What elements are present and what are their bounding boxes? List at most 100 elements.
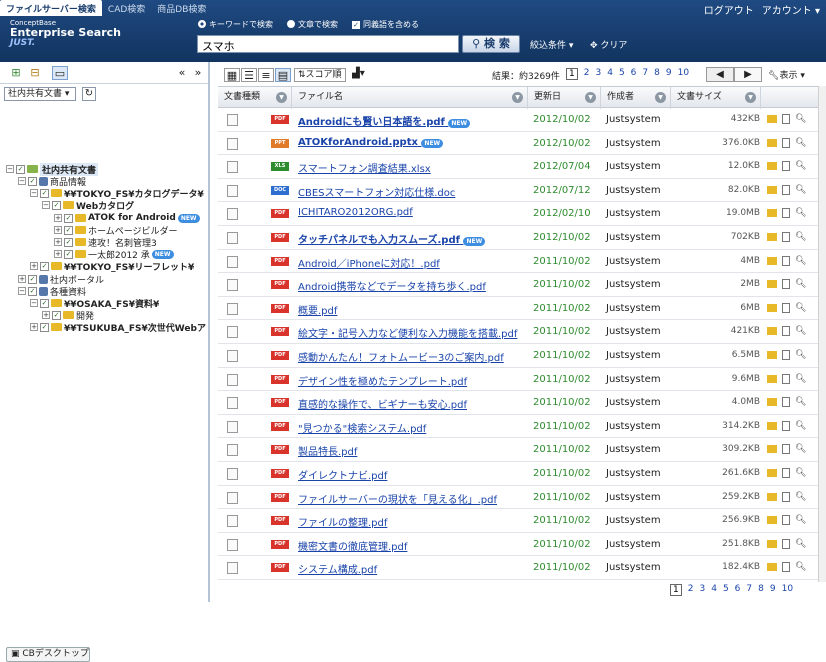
table-row[interactable]: PDF 感動かんたん！フォトムービー3のご案内.pdf 2011/10/02 Just… <box>218 344 818 368</box>
table-row[interactable]: PPT ATOKforAndroid.pptx NEW 2012/10/02 Just… <box>218 132 818 156</box>
account-link[interactable]: アカウント ▾ <box>762 2 820 17</box>
col-updated[interactable]: 更新日 ▼ <box>528 87 601 109</box>
open-folder-icon[interactable] <box>767 256 777 265</box>
file-name-link[interactable]: スマートフォン調査結果.xlsx <box>298 160 431 175</box>
detail-view-icon[interactable]: ≡ <box>258 68 274 82</box>
page-link[interactable]: 3 <box>699 584 705 596</box>
table-row[interactable]: PDF 概要.pdf 2011/10/02 Justsystem 6MB 🔍︎ <box>218 297 818 321</box>
magnifier-icon[interactable]: 🔍︎ <box>795 350 806 360</box>
magnifier-icon[interactable]: 🔍︎ <box>795 208 806 218</box>
tree-node[interactable]: − ✓ 商品情報 <box>18 175 86 188</box>
tree-node[interactable]: − ✓ 社内共有文書 <box>6 162 99 176</box>
col-doc-type[interactable]: 文書種類 ▼ <box>218 87 292 109</box>
thumbnail-icon[interactable] <box>227 302 238 315</box>
prev-page-button[interactable]: ◀ <box>706 67 734 82</box>
expand-panel-icon[interactable]: » <box>190 66 206 80</box>
file-name-link[interactable]: ICHITARO2012ORG.pdf <box>298 207 413 218</box>
file-name-link[interactable]: タッチパネルでも入力スムーズ.pdf NEW <box>298 231 486 246</box>
tree-node[interactable]: + ✓ ATOK for Android NEW <box>54 212 200 224</box>
tree-node[interactable]: + ✓ ¥¥TSUKUBA_FS¥次世代Webア <box>30 321 206 334</box>
cb-desktop-button[interactable]: ▣ CBデスクトップ <box>6 647 90 662</box>
file-name-link[interactable]: 製品特長.pdf <box>298 443 357 458</box>
magnifier-icon[interactable]: 🔍︎ <box>795 492 806 502</box>
open-folder-icon[interactable] <box>767 468 777 477</box>
search-button[interactable]: ⚲ 検 索 <box>462 35 520 53</box>
page-link[interactable]: 8 <box>654 68 660 80</box>
table-row[interactable]: PDF "見つかる"検索システム.pdf 2011/10/02 Justsystem 3… <box>218 415 818 439</box>
display-settings-button[interactable]: 🔧︎表示 ▾ <box>768 68 805 81</box>
page-link[interactable]: 3 <box>595 68 601 80</box>
magnifier-icon[interactable]: 🔍︎ <box>795 138 806 148</box>
search-input[interactable]: スマホ <box>197 35 459 53</box>
open-folder-icon[interactable] <box>767 162 777 171</box>
tab-product-db[interactable]: 商品DB検索 <box>151 0 212 16</box>
thumbnail-icon[interactable] <box>227 161 238 174</box>
tab-cad[interactable]: CAD検索 <box>102 0 151 16</box>
document-preview-icon[interactable] <box>782 279 790 290</box>
list-view-icon[interactable]: ☰ <box>241 68 257 82</box>
refresh-icon[interactable]: ↻ <box>82 87 96 101</box>
tree-node[interactable]: − ✓ 各種資料 <box>18 285 86 298</box>
results-scrollbar[interactable] <box>818 86 826 582</box>
document-preview-icon[interactable] <box>782 467 790 478</box>
table-row[interactable]: PDF 製品特長.pdf 2011/10/02 Justsystem 309.2KB 🔍︎ <box>218 438 818 462</box>
document-preview-icon[interactable] <box>782 397 790 408</box>
index-selector[interactable]: 社内共有文書 ▾ <box>4 87 76 101</box>
page-link[interactable]: 7 <box>642 68 648 80</box>
magnifier-icon[interactable]: 🔍︎ <box>795 232 806 242</box>
document-preview-icon[interactable] <box>782 302 790 313</box>
table-row[interactable]: PDF Android携帯などでデータを持ち歩く.pdf 2011/10/02 Jus… <box>218 273 818 297</box>
file-name-link[interactable]: 概要.pdf <box>298 302 337 317</box>
file-name-link[interactable]: Android携帯などでデータを持ち歩く.pdf <box>298 278 486 293</box>
page-link[interactable]: 9 <box>770 584 776 596</box>
tree-node[interactable]: + ✓ ホームページビルダー <box>54 224 178 237</box>
file-name-link[interactable]: ダイレクトナビ.pdf <box>298 467 387 482</box>
thumbnail-icon[interactable] <box>227 184 238 197</box>
tree-node[interactable]: + ✓ ¥¥TOKYO_FS¥リーフレット¥ <box>30 260 194 273</box>
chart-menu-icon[interactable]: ▟▾ <box>352 68 365 79</box>
tree-node[interactable]: + ✓ 社内ポータル <box>18 273 104 286</box>
document-preview-icon[interactable] <box>782 491 790 502</box>
tree-node[interactable]: + ✓ 開発 <box>42 309 94 322</box>
table-row[interactable]: PDF システム構成.pdf 2011/10/02 Justsystem 182.4KB… <box>218 556 818 580</box>
thumbnail-icon[interactable] <box>227 467 238 480</box>
page-link[interactable]: 4 <box>711 584 717 596</box>
document-preview-icon[interactable] <box>782 349 790 360</box>
table-row[interactable]: PDF デザイン性を極めたテンプレート.pdf 2011/10/02 Justsyst… <box>218 368 818 392</box>
open-folder-icon[interactable] <box>767 209 777 218</box>
magnifier-icon[interactable]: 🔍︎ <box>795 421 806 431</box>
tree-node[interactable]: − ✓ Webカタログ <box>42 199 134 212</box>
open-folder-icon[interactable] <box>767 445 777 454</box>
page-link[interactable]: 6 <box>631 68 637 80</box>
magnifier-icon[interactable]: 🔍︎ <box>795 303 806 313</box>
file-name-link[interactable]: Android／iPhoneに対応！.pdf <box>298 255 440 270</box>
thumbnail-icon[interactable] <box>227 491 238 504</box>
keyword-radio[interactable]: キーワードで検索 <box>198 19 273 30</box>
table-row[interactable]: PDF ICHITARO2012ORG.pdf 2012/02/10 Justsyst… <box>218 202 818 226</box>
page-link[interactable]: 7 <box>746 584 752 596</box>
tree-expand-icon[interactable]: ⊞ <box>8 66 24 80</box>
document-preview-icon[interactable] <box>782 184 790 195</box>
file-name-link[interactable]: CBESスマートフォン対応仕様.doc <box>298 184 455 199</box>
document-preview-icon[interactable] <box>782 444 790 455</box>
thumbnail-icon[interactable] <box>227 137 238 150</box>
magnifier-icon[interactable]: 🔍︎ <box>795 562 806 572</box>
table-row[interactable]: PDF Androidにも賢い日本語を.pdf NEW 2012/10/02 Just… <box>218 108 818 132</box>
document-preview-icon[interactable] <box>782 208 790 219</box>
text-radio[interactable]: 文章で検索 <box>287 19 338 30</box>
file-name-link[interactable]: 直感的な操作で、ビギナーも安心.pdf <box>298 396 467 411</box>
clear-button[interactable]: ✥ クリア <box>590 38 627 51</box>
file-name-link[interactable]: ファイルの整理.pdf <box>298 514 387 529</box>
magnifier-icon[interactable]: 🔍︎ <box>795 444 806 454</box>
thumbnail-icon[interactable] <box>227 208 238 221</box>
page-link[interactable]: 8 <box>758 584 764 596</box>
document-preview-icon[interactable] <box>782 137 790 148</box>
table-row[interactable]: DOC CBESスマートフォン対応仕様.doc 2012/07/12 Justsyst… <box>218 179 818 203</box>
thumbnail-icon[interactable] <box>227 349 238 362</box>
tree-node[interactable]: − ✓ ¥¥TOKYO_FS¥カタログデータ¥ <box>30 187 204 200</box>
file-name-link[interactable]: 機密文書の徹底管理.pdf <box>298 538 407 553</box>
open-folder-icon[interactable] <box>767 232 777 241</box>
open-folder-icon[interactable] <box>767 327 777 336</box>
page-link[interactable]: 2 <box>584 68 590 80</box>
table-row[interactable]: XLS スマートフォン調査結果.xlsx 2012/07/04 Justsystem 1… <box>218 155 818 179</box>
